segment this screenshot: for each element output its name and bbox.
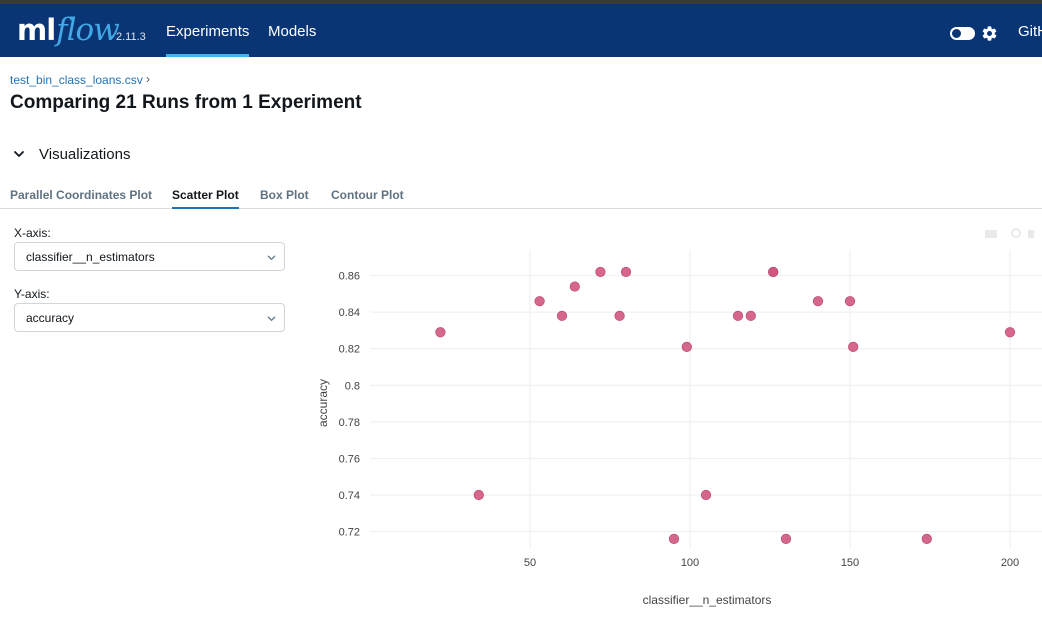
x-axis-title: classifier__n_estimators (643, 593, 772, 607)
scatter-point[interactable] (569, 281, 580, 292)
tab-parallel-coordinates[interactable]: Parallel Coordinates Plot (10, 188, 152, 209)
x-axis-label: X-axis: (14, 226, 51, 240)
chevron-down-icon (267, 255, 276, 260)
y-tick-label: 0.8 (345, 380, 360, 392)
tab-scatter-plot[interactable]: Scatter Plot (172, 188, 239, 209)
scatter-point[interactable] (812, 296, 824, 307)
logo-secondary-text: flow (56, 12, 120, 48)
y-axis-label: Y-axis: (14, 287, 50, 301)
nav-experiments[interactable]: Experiments (166, 4, 250, 57)
scatter-point[interactable] (844, 296, 856, 307)
nav-models[interactable]: Models (268, 4, 316, 57)
scatter-point[interactable] (473, 489, 484, 501)
y-tick-label: 0.74 (339, 490, 360, 502)
scatter-point[interactable] (848, 341, 859, 352)
gear-icon[interactable] (981, 25, 998, 42)
scatter-point[interactable] (768, 266, 779, 278)
scatter-point[interactable] (1004, 327, 1016, 338)
y-tick-label: 0.76 (339, 453, 360, 465)
logo-primary-text: ml (17, 13, 56, 47)
tab-box-plot[interactable]: Box Plot (260, 188, 309, 209)
mlflow-logo[interactable]: ml flow (17, 12, 120, 48)
scatter-point[interactable] (780, 533, 792, 544)
x-tick-label: 100 (681, 557, 699, 569)
scatter-point[interactable] (700, 489, 712, 501)
scatter-point[interactable] (435, 327, 446, 338)
y-tick-label: 0.82 (339, 344, 360, 356)
scatter-point[interactable] (681, 341, 692, 352)
y-axis-select[interactable]: accuracy (14, 303, 285, 332)
chevron-down-icon (267, 316, 276, 321)
x-tick-label: 50 (524, 557, 536, 569)
scatter-point[interactable] (732, 310, 744, 321)
y-tick-label: 0.72 (339, 527, 360, 539)
page-title: Comparing 21 Runs from 1 Experiment (10, 92, 362, 113)
scatter-point[interactable] (614, 310, 625, 321)
visualization-tabs: Parallel Coordinates Plot Scatter Plot B… (0, 185, 1042, 209)
scatter-point[interactable] (595, 266, 606, 278)
theme-toggle[interactable] (950, 27, 975, 40)
x-axis-select[interactable]: classifier__n_estimators (14, 242, 285, 271)
x-axis-select-value: classifier__n_estimators (26, 250, 155, 264)
scatter-point[interactable] (620, 266, 632, 278)
breadcrumb-experiment[interactable]: test_bin_class_loans.csv (10, 73, 143, 87)
chevron-down-icon[interactable] (13, 148, 25, 160)
y-axis-select-value: accuracy (26, 311, 75, 325)
y-axis-title: accuracy (316, 379, 330, 427)
tab-contour-plot[interactable]: Contour Plot (331, 188, 404, 209)
visualizations-section-title[interactable]: Visualizations (39, 146, 130, 163)
scatter-plot[interactable]: 50 100 150 200 0.72 0.74 0.76 0.78 0.8 0.82 0.84 0.… (300, 220, 1042, 626)
breadcrumb-separator: › (146, 72, 150, 86)
x-tick-label: 150 (841, 557, 859, 569)
y-tick-label: 0.78 (339, 417, 360, 429)
version-label: 2.11.3 (116, 31, 146, 43)
scatter-point[interactable] (745, 310, 756, 321)
scatter-point[interactable] (668, 533, 680, 544)
github-link[interactable]: GitHub (1018, 4, 1042, 57)
y-tick-label: 0.86 (339, 271, 360, 283)
y-tick-label: 0.84 (339, 307, 360, 319)
x-tick-label: 200 (1001, 557, 1019, 569)
top-navbar: mlflow 2.11.3 Experiments Models GitHub (0, 4, 1042, 57)
scatter-point[interactable] (921, 533, 932, 544)
toggle-icon (951, 28, 962, 39)
scatter-point[interactable] (556, 310, 568, 321)
scatter-point[interactable] (534, 296, 545, 307)
